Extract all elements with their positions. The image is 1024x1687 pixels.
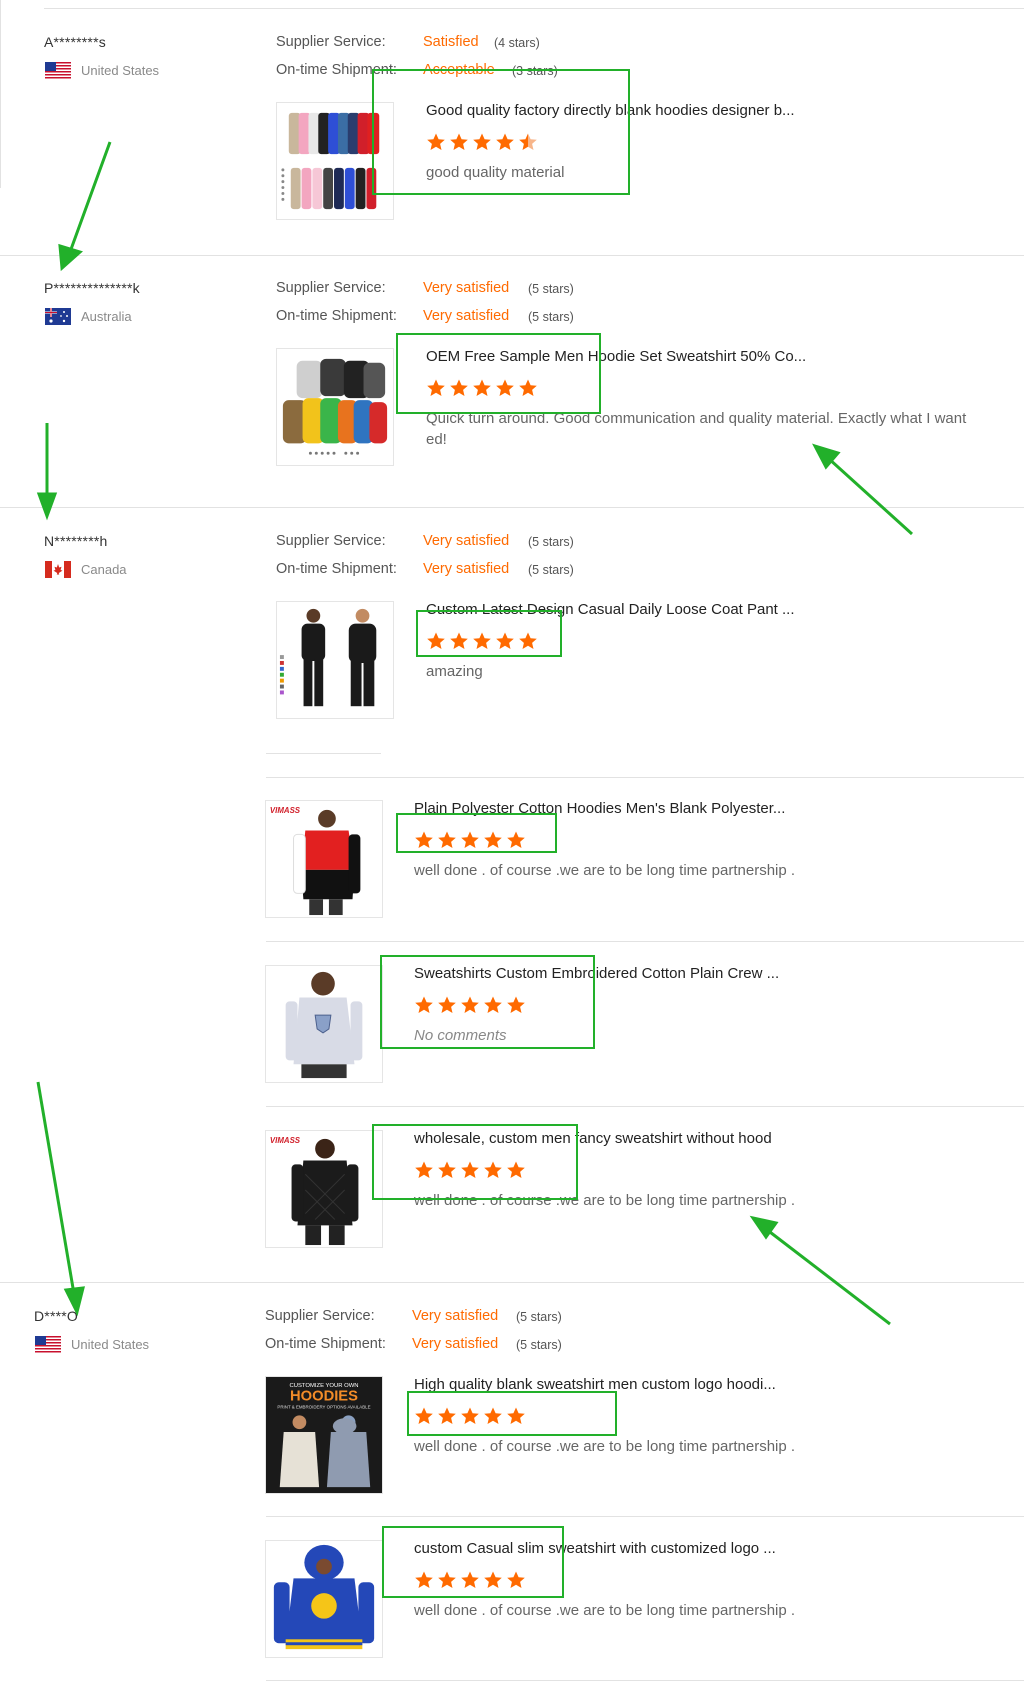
product-thumbnail[interactable] [265,965,383,1083]
buyer-name: P**************k [44,280,140,296]
divider [266,1516,1024,1517]
on-time-shipment-stars: (5 stars) [528,563,574,577]
divider [266,1106,1024,1107]
on-time-shipment-stars: (5 stars) [528,310,574,324]
canada-flag-icon [45,561,71,578]
divider [266,1680,1024,1681]
country-label: Australia [81,309,132,324]
banner-main-text: HOODIES [290,1389,358,1405]
highlight-box [380,955,595,1049]
supplier-service-label: Supplier Service: [265,1308,375,1324]
review-comment: well done . of course .we are to be long… [414,1438,796,1455]
highlight-box [407,1391,617,1436]
country-label: United States [81,63,160,78]
divider [266,777,1024,778]
supplier-service-stars: (4 stars) [494,36,540,50]
divider [266,941,1024,942]
supplier-service-value: Very satisfied [412,1308,499,1324]
us-flag-icon [45,62,71,79]
supplier-service-label: Supplier Service: [276,34,386,50]
divider [0,1282,1024,1283]
divider [0,255,1024,256]
on-time-shipment-label: On-time Shipment: [265,1336,386,1352]
highlight-box [416,610,562,657]
vimass-logo: VIMASS [270,1136,301,1145]
on-time-shipment-label: On-time Shipment: [276,561,397,577]
review-comment: well done . of course .we are to be long… [414,862,796,879]
product-thumbnail[interactable] [276,348,394,466]
supplier-service-value: Very satisfied [423,533,510,549]
supplier-service-label: Supplier Service: [276,280,386,296]
on-time-shipment-value: Very satisfied [423,308,510,324]
us-flag-icon [35,1336,61,1353]
divider [266,753,381,754]
on-time-shipment-label: On-time Shipment: [276,308,397,324]
highlight-box [372,1124,578,1200]
review-comment: amazing [426,663,483,680]
product-thumbnail[interactable]: VIMASS [265,800,383,918]
supplier-service-value: Very satisfied [423,280,510,296]
supplier-service-stars: (5 stars) [528,282,574,296]
highlight-box [396,333,601,414]
supplier-service-value: Satisfied [423,34,479,50]
vimass-logo: VIMASS [270,806,301,815]
product-thumbnail[interactable]: CUSTOMIZE YOUR OWN HOODIES PRINT & EMBRO… [265,1376,383,1494]
buyer-name: A********s [44,34,106,50]
buyer-name: N********h [44,533,108,549]
on-time-shipment-value: Very satisfied [412,1336,499,1352]
divider [0,507,1024,508]
buyer-country: United States [45,62,159,79]
country-label: United States [71,1337,150,1352]
product-thumbnail[interactable]: VIMASS [265,1130,383,1248]
buyer-country: Australia [45,308,132,325]
product-thumbnail[interactable] [276,601,394,719]
on-time-shipment-stars: (5 stars) [516,1338,562,1352]
on-time-shipment-value: Very satisfied [423,561,510,577]
banner-sub-text: PRINT & EMBROIDERY OPTIONS AVAILABLE [277,1404,370,1409]
highlight-box [372,69,630,195]
australia-flag-icon [45,308,71,325]
buyer-country: Canada [45,561,127,578]
review-comment-line: ed! [426,431,447,448]
buyer-name: D****O [34,1308,78,1324]
supplier-service-stars: (5 stars) [516,1310,562,1324]
product-thumbnail[interactable] [265,1540,383,1658]
supplier-service-label: Supplier Service: [276,533,386,549]
highlight-box [396,813,557,853]
supplier-service-stars: (5 stars) [528,535,574,549]
divider [44,8,1024,9]
left-border [0,0,1,188]
review-comment: well done . of course .we are to be long… [414,1602,796,1619]
buyer-country: United States [35,1336,149,1353]
country-label: Canada [81,562,127,577]
highlight-box [382,1526,564,1598]
